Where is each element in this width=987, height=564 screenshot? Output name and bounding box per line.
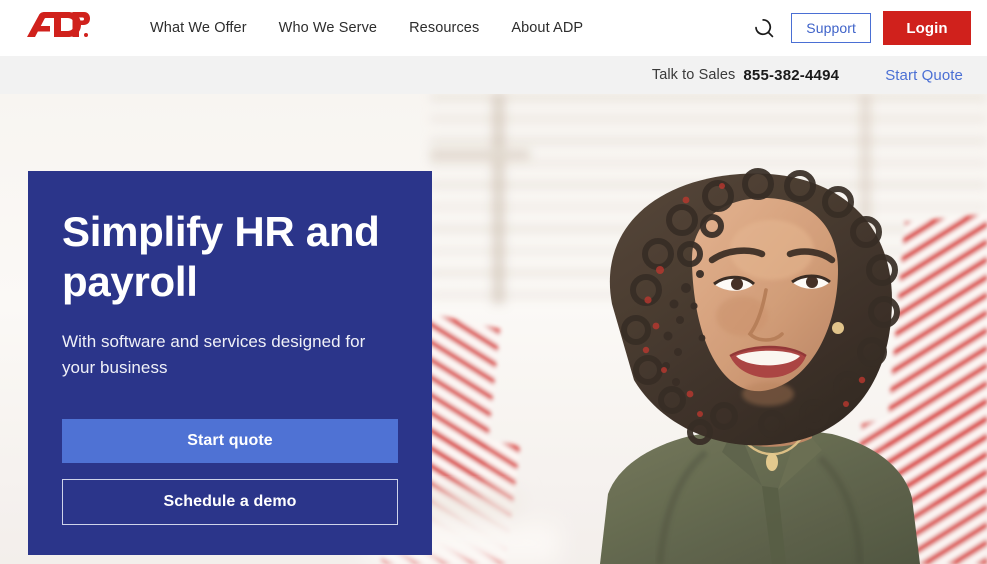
nav-item-who-we-serve[interactable]: Who We Serve <box>263 14 393 42</box>
header-actions: Support Login <box>749 0 971 56</box>
start-quote-link[interactable]: Start Quote <box>885 67 963 84</box>
login-button[interactable]: Login <box>883 11 971 45</box>
adp-logo[interactable] <box>24 11 90 45</box>
nav-item-resources[interactable]: Resources <box>393 14 495 42</box>
hero-title: Simplify HR and payroll <box>62 208 380 305</box>
site-header: What We Offer Who We Serve Resources Abo… <box>0 0 987 56</box>
search-icon <box>755 19 774 38</box>
nav-item-about-adp[interactable]: About ADP <box>495 14 599 42</box>
talk-to-sales-label: Talk to Sales <box>651 67 736 83</box>
start-quote-button[interactable]: Start quote <box>62 419 398 463</box>
search-button[interactable] <box>749 13 779 43</box>
nav-item-what-we-offer[interactable]: What We Offer <box>134 14 263 42</box>
adp-logo-icon <box>27 12 90 37</box>
sales-phone-number[interactable]: 855-382-4494 <box>743 67 839 84</box>
sales-bar: Talk to Sales 855-382-4494 Start Quote <box>0 56 987 94</box>
hero-cta-group: Start quote Schedule a demo <box>62 419 398 525</box>
support-button[interactable]: Support <box>791 13 871 43</box>
schedule-demo-button[interactable]: Schedule a demo <box>62 479 398 525</box>
hero-subtitle: With software and services designed for … <box>62 331 366 377</box>
hero-section: Simplify HR and payroll With software an… <box>0 94 987 564</box>
primary-nav: What We Offer Who We Serve Resources Abo… <box>134 14 599 42</box>
hero-card: Simplify HR and payroll With software an… <box>28 171 432 555</box>
